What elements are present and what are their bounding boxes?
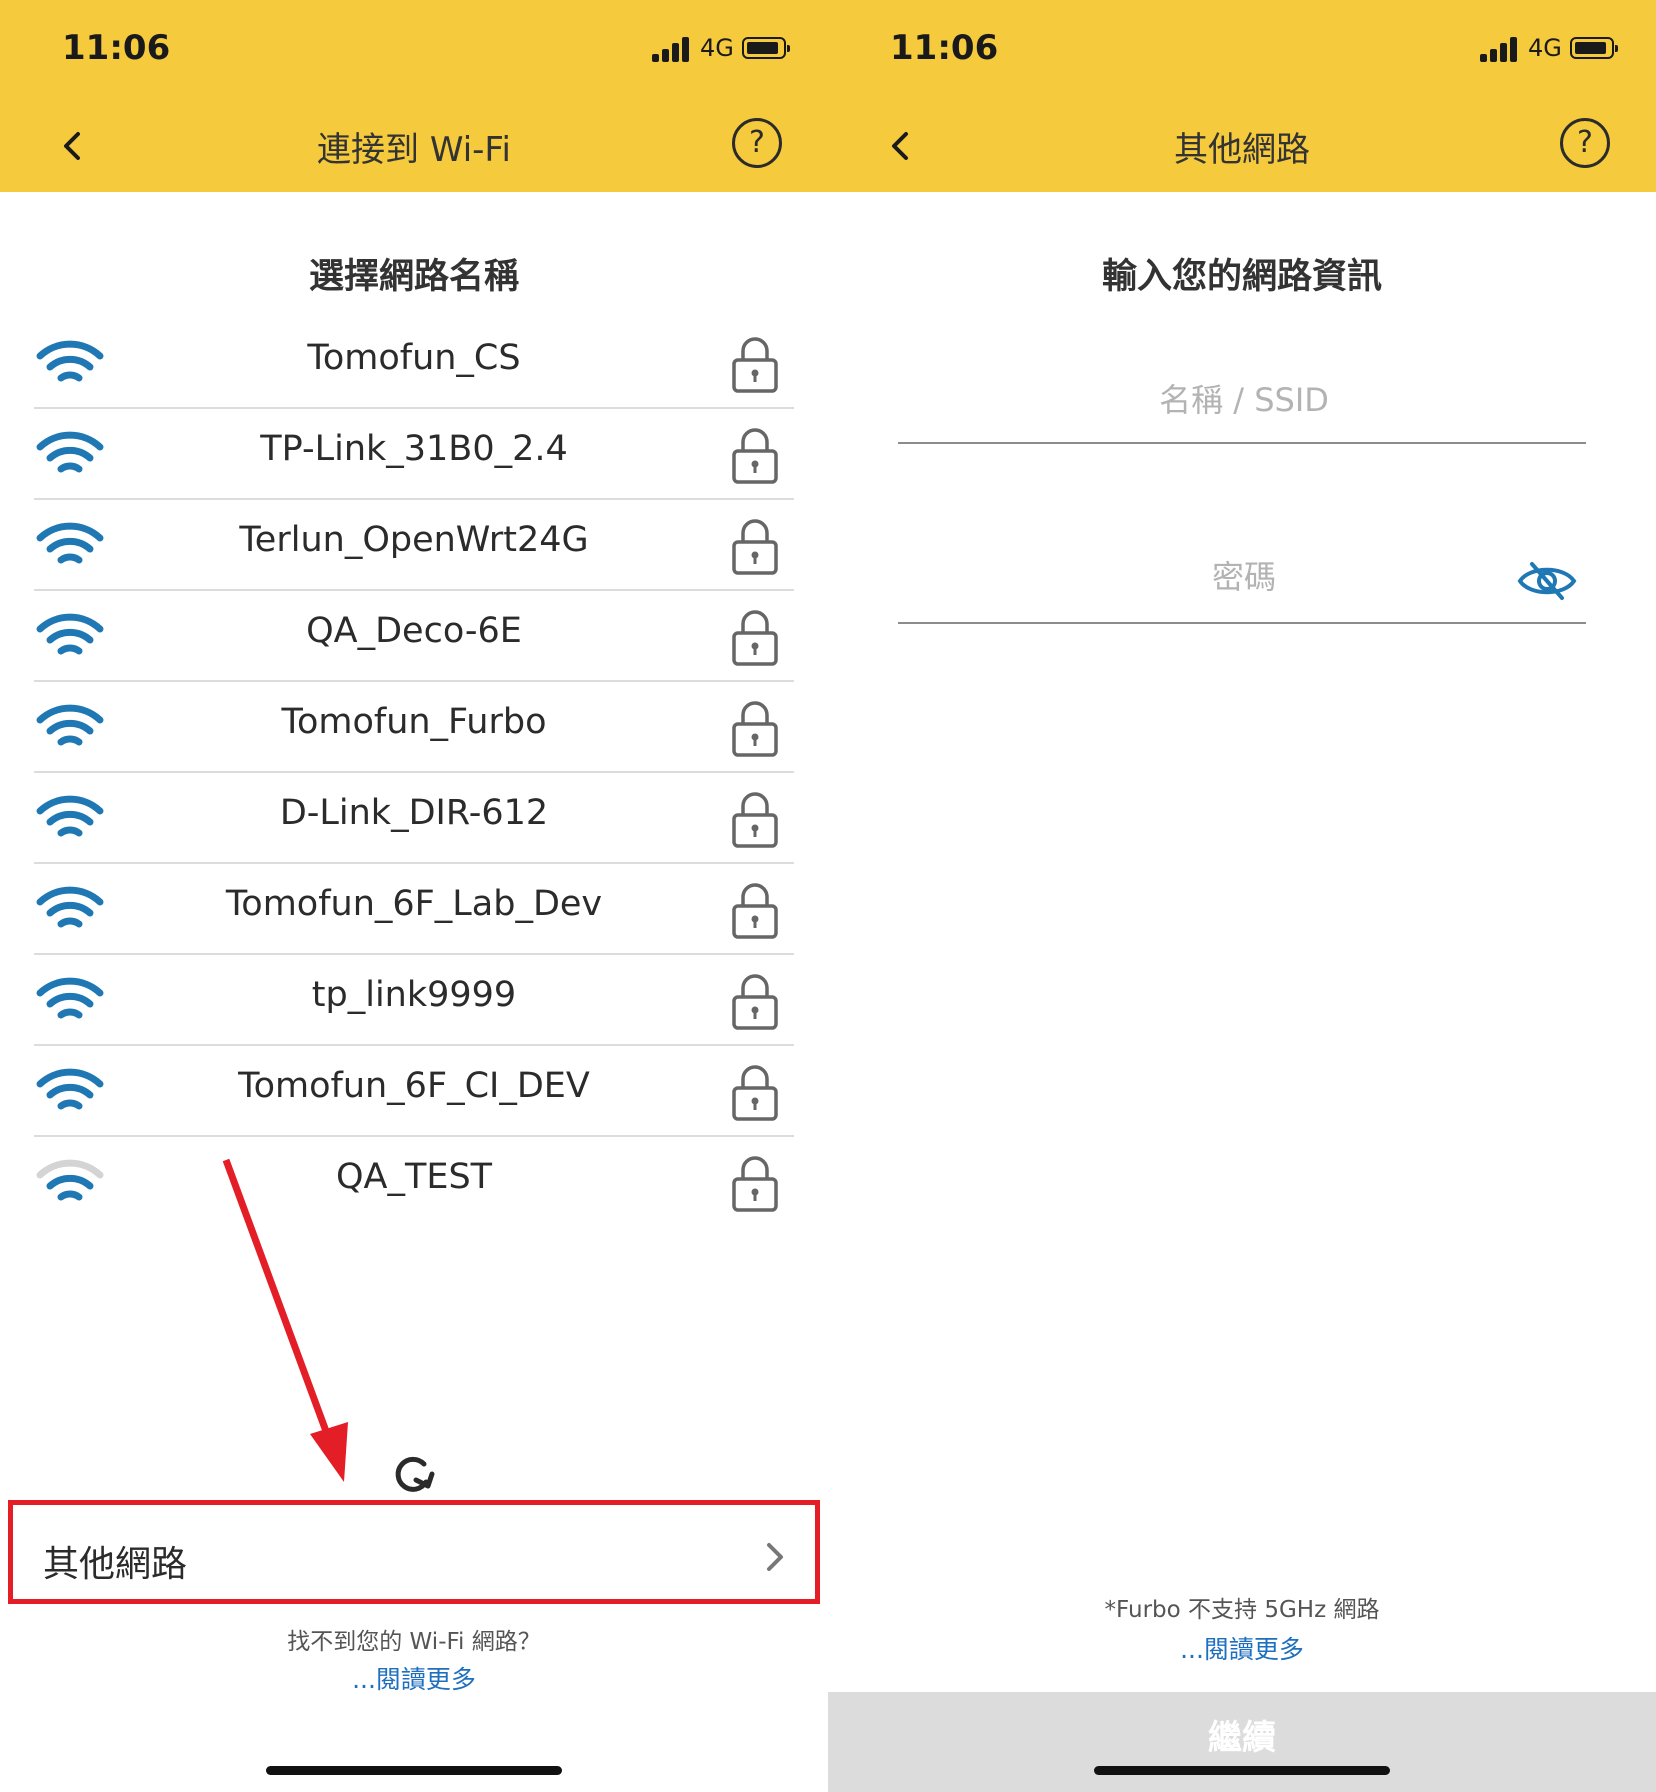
nav-bar: 連接到 Wi-Fi ? bbox=[0, 100, 828, 192]
wifi-icon bbox=[36, 977, 104, 1019]
lock-icon bbox=[732, 792, 778, 848]
wifi-network-row[interactable]: Tomofun_Furbo bbox=[34, 682, 794, 773]
wifi-network-row[interactable]: D-Link_DIR-612 bbox=[34, 773, 794, 864]
wifi-network-name: Tomofun_Furbo bbox=[281, 702, 547, 742]
lock-icon bbox=[732, 337, 778, 393]
wifi-icon bbox=[36, 704, 104, 746]
help-button[interactable]: ? bbox=[732, 118, 782, 168]
ssid-field bbox=[898, 356, 1590, 444]
hint-text: 找不到您的 Wi-Fi 網路？ bbox=[287, 1629, 541, 1655]
wifi-network-row[interactable]: QA_Deco-6E bbox=[34, 591, 794, 682]
lock-icon bbox=[732, 701, 778, 757]
lock-icon bbox=[732, 1065, 778, 1121]
signal-icon bbox=[1480, 36, 1520, 62]
battery-icon bbox=[742, 37, 790, 59]
read-more-link[interactable]: ...閱讀更多 bbox=[0, 1660, 828, 1696]
other-network-button[interactable]: 其他網路 bbox=[8, 1500, 820, 1604]
status-bar: 11:06 4G bbox=[0, 0, 828, 100]
lock-icon bbox=[732, 428, 778, 484]
wifi-network-name: D-Link_DIR-612 bbox=[279, 793, 549, 833]
wifi-network-name: TP-Link_31B0_2.4 bbox=[260, 429, 568, 469]
lock-icon bbox=[732, 883, 778, 939]
wifi-network-name: Tomofun_6F_CI_DEV bbox=[238, 1066, 590, 1106]
chevron-right-icon bbox=[767, 1543, 783, 1571]
wifi-icon bbox=[36, 795, 104, 837]
wifi-network-name: QA_Deco-6E bbox=[306, 611, 522, 651]
other-network-label: 其他網路 bbox=[43, 1544, 188, 1585]
nav-bar: 其他網路 ? bbox=[828, 100, 1656, 192]
wifi-icon bbox=[36, 1159, 104, 1201]
wifi-network-row[interactable]: TP-Link_31B0_2.4 bbox=[34, 409, 794, 500]
wifi-network-row[interactable]: QA_TEST bbox=[34, 1137, 794, 1226]
status-time: 11:06 bbox=[62, 28, 171, 68]
network-type: 4G bbox=[1528, 34, 1562, 62]
battery-icon bbox=[1570, 37, 1618, 59]
continue-label: 繼續 bbox=[1208, 1718, 1276, 1758]
page-title: 其他網路 bbox=[1174, 130, 1310, 170]
eye-slash-icon[interactable] bbox=[1516, 558, 1578, 604]
home-indicator bbox=[1094, 1766, 1390, 1775]
wifi-icon bbox=[36, 886, 104, 928]
wifi-network-list: Tomofun_CS TP-Link_31B0_2.4 Terlun_OpenWrt… bbox=[34, 318, 794, 1226]
wifi-network-name: Tomofun_6F_Lab_Dev bbox=[225, 884, 603, 924]
wifi-network-name: Tomofun_CS bbox=[307, 338, 521, 378]
5ghz-note: *Furbo 不支持 5GHz 網路 bbox=[1104, 1597, 1380, 1623]
password-input[interactable] bbox=[962, 530, 1526, 624]
wifi-network-row[interactable]: tp_link9999 bbox=[34, 955, 794, 1046]
lock-icon bbox=[732, 610, 778, 666]
read-more-link[interactable]: ...閱讀更多 bbox=[828, 1630, 1656, 1666]
wifi-network-name: Terlun_OpenWrt24G bbox=[239, 520, 589, 560]
wifi-icon bbox=[36, 522, 104, 564]
page-title: 連接到 Wi-Fi bbox=[317, 130, 511, 170]
home-indicator bbox=[266, 1766, 562, 1775]
wifi-network-name: tp_link9999 bbox=[311, 975, 517, 1015]
wifi-network-row[interactable]: Terlun_OpenWrt24G bbox=[34, 500, 794, 591]
wifi-select-screen: 11:06 4G 連接到 Wi-Fi ? 選擇網路名稱 Tomofun_CS TP… bbox=[0, 0, 828, 1792]
section-title: 輸入您的網路資訊 bbox=[1101, 257, 1382, 297]
wifi-icon bbox=[36, 613, 104, 655]
wifi-network-row[interactable]: Tomofun_6F_Lab_Dev bbox=[34, 864, 794, 955]
status-time: 11:06 bbox=[890, 28, 999, 68]
wifi-icon bbox=[36, 431, 104, 473]
other-network-screen: 11:06 4G 其他網路 ? 輸入您的網路資訊 *Furbo 不支持 5GHz… bbox=[828, 0, 1656, 1792]
password-field bbox=[898, 530, 1586, 624]
wifi-icon bbox=[36, 340, 104, 382]
network-type: 4G bbox=[700, 34, 734, 62]
wifi-icon bbox=[36, 1068, 104, 1110]
continue-button[interactable]: 繼續 bbox=[828, 1692, 1656, 1792]
wifi-network-row[interactable]: Tomofun_6F_CI_DEV bbox=[34, 1046, 794, 1137]
section-title: 選擇網路名稱 bbox=[308, 257, 519, 297]
ssid-input[interactable] bbox=[898, 356, 1590, 444]
wifi-network-row[interactable]: Tomofun_CS bbox=[34, 318, 794, 409]
lock-icon bbox=[732, 974, 778, 1030]
wifi-network-name: QA_TEST bbox=[335, 1157, 493, 1197]
status-bar: 11:06 4G bbox=[828, 0, 1656, 100]
lock-icon bbox=[732, 1156, 778, 1212]
signal-icon bbox=[652, 36, 692, 62]
help-button[interactable]: ? bbox=[1560, 118, 1610, 168]
refresh-icon[interactable] bbox=[388, 1452, 440, 1496]
lock-icon bbox=[732, 519, 778, 575]
